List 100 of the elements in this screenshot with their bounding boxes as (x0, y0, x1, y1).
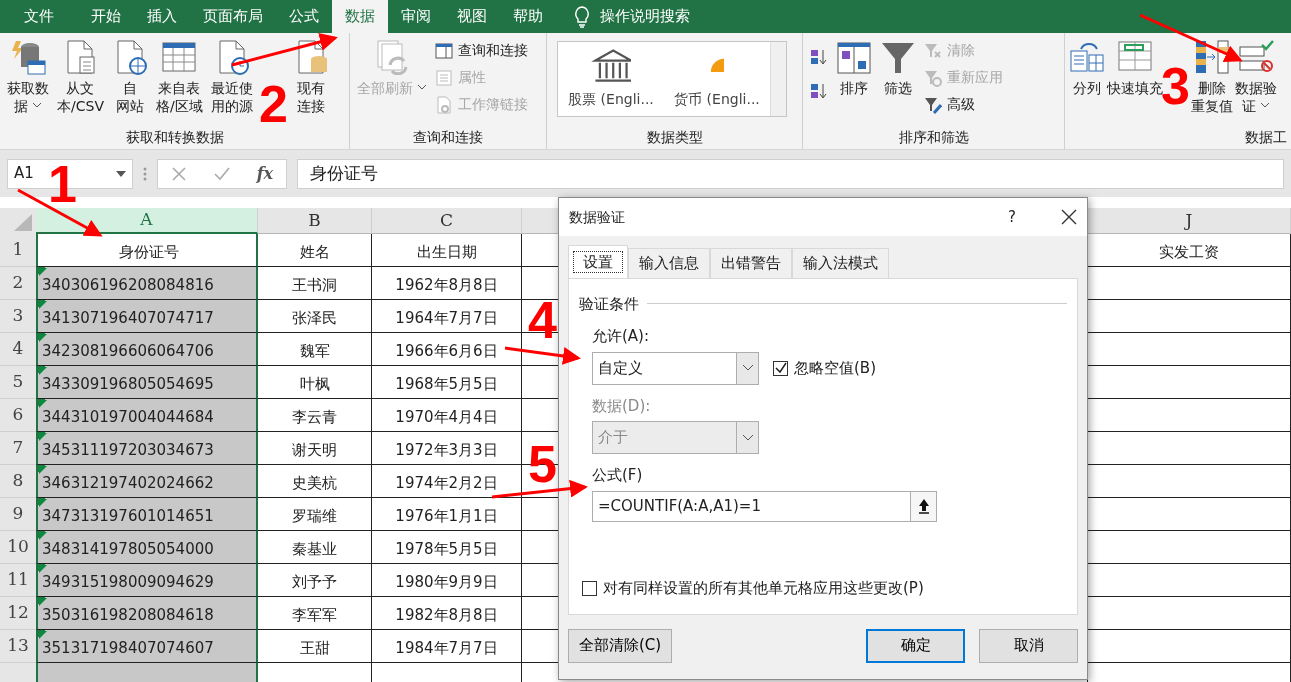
gallery-scrollbar[interactable] (770, 42, 786, 116)
dialog-tab[interactable]: 出错警告 (710, 248, 792, 278)
ribbon-button[interactable]: 来自表 格/区域 (152, 37, 206, 127)
ribbon-button[interactable]: 数据验 证 (1235, 37, 1277, 127)
data-type-button[interactable]: 股票 (Engli... (558, 42, 664, 116)
row-header[interactable]: 7 (0, 432, 36, 465)
row-header[interactable]: 6 (0, 399, 36, 432)
table-cell: 谢天明 (258, 432, 372, 465)
table-cell: 刘予予 (258, 564, 372, 597)
data-type-button[interactable]: 货币 (Engli... (664, 42, 770, 116)
ribbon-tab[interactable]: 帮助 (500, 0, 556, 33)
database-icon (10, 39, 46, 75)
table-cell: 王甜 (258, 630, 372, 663)
cell-text: 341307196407074717 (42, 307, 214, 329)
ribbon-button[interactable]: 获取数 据 (4, 37, 52, 127)
sort-descending-icon (810, 82, 828, 100)
dialog-tab[interactable]: 输入法模式 (792, 248, 889, 278)
collapse-icon[interactable] (917, 498, 930, 514)
help-button[interactable]: ? (1008, 205, 1016, 229)
row-header[interactable]: 1 (0, 234, 36, 267)
clear-filter-icon (924, 41, 942, 60)
dialog-tab[interactable]: 输入信息 (628, 248, 710, 278)
table-cell: 姓名 (258, 234, 372, 267)
checkbox[interactable]: 对有同样设置的所有其他单元格应用这些更改(P) (582, 577, 924, 600)
caret-icon (1260, 101, 1271, 110)
table-cell: 1976年1月1日 (372, 498, 522, 531)
tell-me-search[interactable]: 操作说明搜索 (600, 5, 690, 28)
ribbon-tab[interactable]: 插入 (134, 0, 190, 33)
close-icon[interactable] (1061, 209, 1077, 225)
cell-text: 345311197203034673 (42, 439, 214, 461)
row-header[interactable]: 4 (0, 333, 36, 366)
table-cell: 张泽民 (258, 300, 372, 333)
ribbon-tab[interactable]: 页面布局 (190, 0, 276, 33)
formula-field[interactable]: =COUNTIF(A:A,A1)=1 (592, 490, 937, 522)
insert-function-button[interactable]: fx (256, 161, 274, 186)
check-icon[interactable] (212, 165, 231, 182)
cell-text: 351317198407074607 (42, 637, 214, 659)
dropdown[interactable]: 自定义 (592, 351, 759, 385)
row-header[interactable]: 5 (0, 366, 36, 399)
row-header[interactable]: 11 (0, 564, 36, 597)
row-header[interactable]: 13 (0, 630, 36, 663)
field-label: 公式(F) (592, 465, 644, 486)
ribbon-tab[interactable]: 数据 (332, 0, 388, 33)
row-header[interactable]: 9 (0, 498, 36, 531)
chevron-down-icon (741, 364, 754, 372)
grip-icon (143, 166, 147, 181)
ribbon-button[interactable]: 筛选 (877, 37, 919, 127)
cell-text: 348314197805054000 (42, 538, 214, 560)
row-header[interactable]: 8 (0, 465, 36, 498)
lightbulb-icon[interactable] (574, 5, 590, 28)
formula-input[interactable]: 身份证号 (297, 158, 1284, 189)
ribbon-tab[interactable]: 视图 (444, 0, 500, 33)
dialog-button[interactable]: 确定 (866, 628, 965, 663)
table-cell: 1984年7月7日 (372, 630, 522, 663)
group-label: 排序和筛选 (897, 128, 970, 147)
remove-duplicates-icon (1194, 39, 1230, 75)
dialog-title: 数据验证 (569, 207, 626, 227)
checkbox[interactable]: 忽略空值(B) (773, 356, 876, 380)
ribbon-button[interactable]: 查询和连接 (432, 39, 532, 62)
row-header[interactable]: 3 (0, 300, 36, 333)
row-header[interactable]: 10 (0, 531, 36, 564)
table-cell: 李军军 (258, 597, 372, 630)
ribbon-tab[interactable]: 审阅 (388, 0, 444, 33)
row-header[interactable]: 12 (0, 597, 36, 630)
field-label: 允许(A): (592, 326, 651, 347)
ribbon-button[interactable]: 现有 连接 (289, 37, 332, 127)
table-cell: 1968年5月5日 (372, 366, 522, 399)
cell-text: 343309196805054695 (42, 373, 214, 395)
row-header[interactable]: 2 (0, 267, 36, 300)
field-label: 数据(D): (592, 395, 652, 417)
dropdown-icon[interactable] (116, 170, 126, 177)
table-cell: 1980年9月9日 (372, 564, 522, 597)
column-header[interactable]: C (372, 208, 522, 234)
ribbon-button[interactable]: 分列 (1069, 37, 1105, 127)
dialog-button[interactable]: 取消 (979, 628, 1078, 663)
ribbon-tab[interactable]: 开始 (78, 0, 134, 33)
column-header[interactable]: J (1088, 208, 1291, 234)
cell-text: 349315198009094629 (42, 571, 214, 593)
dialog-tab[interactable]: 设置 (568, 245, 628, 278)
ribbon-button[interactable]: 从文 本/CSV (54, 37, 107, 127)
ribbon-tab[interactable]: 公式 (276, 0, 332, 33)
group-label: 数据工 (1244, 128, 1287, 147)
table-cell: 1982年8月8日 (372, 597, 522, 630)
annotation-number: 3 (1161, 60, 1190, 112)
ribbon-button[interactable]: 排序 (833, 37, 875, 127)
advanced-filter-icon (924, 95, 942, 114)
ribbon-button[interactable]: 最近使 用的源 (207, 37, 256, 127)
group-label: 获取和转换数据 (124, 128, 225, 147)
dialog-button[interactable]: 全部清除(C) (568, 628, 673, 663)
table-icon (161, 39, 198, 75)
annotation-number: 2 (259, 78, 288, 130)
ribbon-button[interactable]: 删除 重复值 (1191, 37, 1233, 127)
ribbon-button[interactable]: 高级 (921, 93, 1006, 116)
ribbon-button[interactable]: 快速填充 (1107, 37, 1163, 127)
column-header[interactable]: A (36, 208, 258, 234)
ribbon-tab[interactable]: 文件 (0, 0, 78, 33)
table-cell: 秦基业 (258, 531, 372, 564)
column-header[interactable]: B (258, 208, 372, 234)
ribbon-button[interactable]: 自 网站 (108, 37, 151, 127)
table-cell: 1978年5月5日 (372, 531, 522, 564)
